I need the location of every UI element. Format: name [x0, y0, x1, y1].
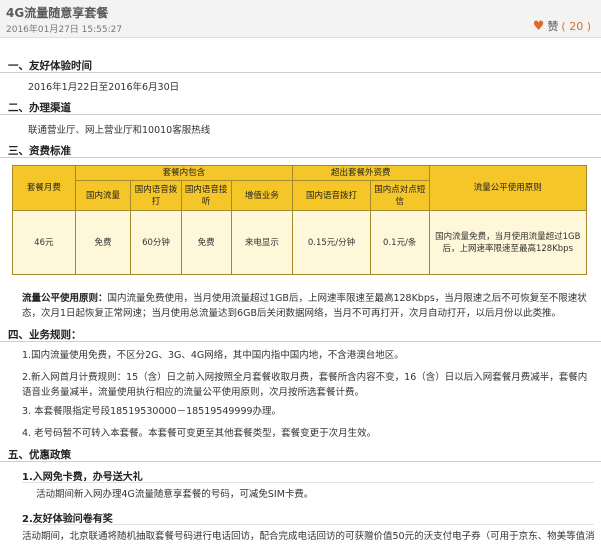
divider — [0, 341, 601, 342]
th-included: 套餐内包含 — [74, 165, 293, 181]
section-2-text: 联通营业厅、网上营业厅和10010客服热线 — [28, 125, 211, 136]
th-overage: 超出套餐外资费 — [291, 165, 430, 181]
fee-table: 套餐月费 套餐内包含 超出套餐外资费 流量公平使用原则 国内流量 国内语音拨打 … — [12, 165, 587, 275]
td-call: 60分钟 — [130, 210, 182, 275]
th-package-fee: 套餐月费 — [12, 165, 76, 211]
section-2-title: 二、办理渠道 — [8, 102, 71, 114]
offer-1-text: 活动期间新入网办理4G流量随意享套餐的号码，可减免SIM卡费。 — [36, 489, 314, 500]
td-principle: 国内流量免费，当月使用流量超过1GB后，上网速率限速至最高128Kbps — [428, 210, 587, 275]
divider — [0, 72, 601, 73]
th-domestic-data: 国内流量 — [74, 180, 132, 211]
th-domestic-receive: 国内语音接听 — [180, 180, 232, 211]
rule-1: 1.国内流量使用免费，不区分2G、3G、4G网络，其中国内指中国内地，不含港澳台… — [22, 350, 404, 361]
like-label: 赞 — [547, 20, 559, 33]
fair-use-label: 流量公平使用原则： — [22, 293, 108, 304]
heart-icon: ♥ — [532, 18, 545, 34]
section-5-title: 五、优惠政策 — [8, 449, 71, 461]
divider — [0, 114, 601, 115]
th-principle: 流量公平使用原则 — [428, 165, 587, 211]
divider — [22, 524, 594, 525]
fair-use-paragraph: 流量公平使用原则：国内流量免费使用，当月使用流量超过1GB后，上网速率限速至最高… — [22, 291, 594, 321]
td-over-call: 0.15元/分钟 — [291, 210, 372, 275]
divider — [0, 157, 601, 158]
like-button[interactable]: ♥ 赞 ( 20 ) — [533, 18, 591, 34]
article-header: 4G流量随意享套餐 2016年01月27日 15:55:27 ♥ 赞 ( 20 … — [0, 0, 601, 38]
like-count: ( 20 ) — [561, 19, 591, 33]
offer-2-title: 2.友好体验问卷有奖 — [22, 514, 113, 525]
rule-4: 4. 老号码暂不可转入本套餐。本套餐可变更至其他套餐类型，套餐变更于次月生效。 — [22, 428, 377, 439]
section-4-title: 四、业务规则： — [8, 329, 82, 341]
divider — [22, 482, 594, 483]
th-over-call: 国内语音拨打 — [291, 180, 372, 211]
fair-use-text: 国内流量免费使用，当月使用流量超过1GB后，上网速率限速至最高128Kbps，当… — [22, 293, 587, 319]
td-over-sms: 0.1元/条 — [370, 210, 430, 275]
td-vas: 来电显示 — [230, 210, 293, 275]
rule-2: 2.新入网首月计费规则：15（含）日之前入网按照全月套餐收取月费，套餐所含内容不… — [22, 372, 588, 398]
th-domestic-call: 国内语音拨打 — [130, 180, 182, 211]
td-data: 免费 — [74, 210, 132, 275]
th-over-sms: 国内点对点短信 — [370, 180, 430, 211]
offer-1-title: 1.入网免卡费，办号送大礼 — [22, 472, 143, 483]
section-3-title: 三、资费标准 — [8, 145, 71, 157]
offer-2-text: 活动期间，北京联通将随机抽取套餐号码进行电话回访，配合完成电话回访的可获赠价值5… — [22, 531, 594, 542]
divider — [0, 461, 601, 462]
article-date: 2016年01月27日 15:55:27 — [6, 25, 123, 35]
td-receive: 免费 — [180, 210, 232, 275]
th-value-added: 增值业务 — [230, 180, 293, 211]
article-title: 4G流量随意享套餐 — [6, 6, 109, 20]
section-1-text: 2016年1月22日至2016年6月30日 — [28, 82, 180, 93]
td-fee: 46元 — [12, 210, 76, 275]
rule-3: 3. 本套餐限指定号段18519530000－18519549999办理。 — [22, 406, 282, 417]
section-1-title: 一、友好体验时间 — [8, 60, 92, 72]
